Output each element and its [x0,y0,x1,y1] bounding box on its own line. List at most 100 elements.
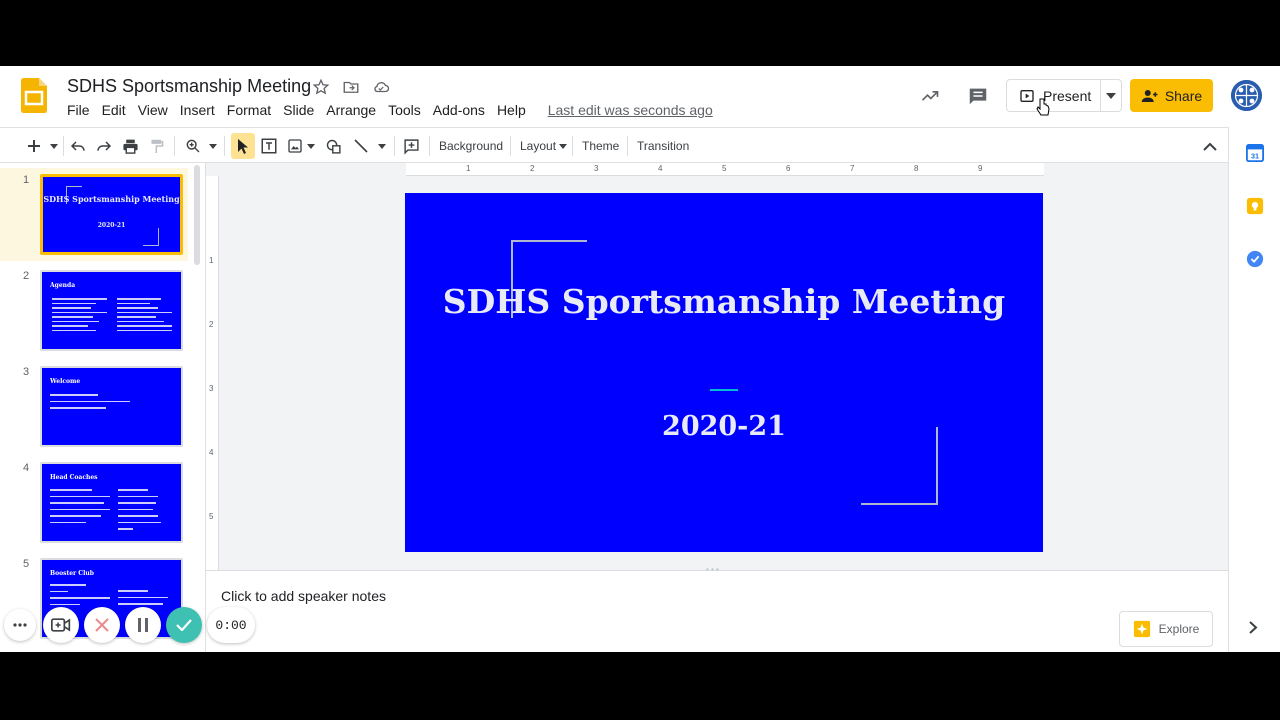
screen-recorder-controls: 0:00 [0,607,260,643]
speaker-notes[interactable]: • • • Click to add speaker notes Explore [206,566,1228,652]
print-icon [123,139,138,154]
thumb-text-lines [50,489,110,523]
filmstrip-slide-2[interactable]: 2 Agenda [0,264,188,357]
recorder-done-button[interactable] [166,607,202,643]
paint-format-button[interactable] [150,136,164,156]
new-slide-button[interactable] [27,136,41,156]
recorder-pause-button[interactable] [125,607,161,643]
menu-edit[interactable]: Edit [102,102,126,118]
print-button[interactable] [122,136,139,156]
ruler-label: 1 [466,164,471,173]
star-icon[interactable] [312,78,330,96]
header: SDHS Sportsmanship Meeting File Edit Vie… [0,66,1280,127]
share-label: Share [1164,87,1203,104]
slide-canvas-area: 1 2 3 4 5 6 7 8 9 1 2 3 4 5 SDHS Sportsm… [206,163,1228,570]
recorder-more-button[interactable] [4,609,36,641]
menu-arrange[interactable]: Arrange [326,102,376,118]
theme-button[interactable]: Theme [582,136,619,156]
present-dropdown[interactable] [1101,79,1122,112]
slide-number: 4 [23,462,30,474]
menu-help[interactable]: Help [497,102,526,118]
account-avatar[interactable] [1231,80,1262,111]
add-comment-icon [404,138,419,155]
chevron-right-icon[interactable] [1249,621,1258,634]
menu-insert[interactable]: Insert [180,102,215,118]
add-comment-button[interactable] [403,136,420,156]
menu-view[interactable]: View [138,102,168,118]
menu-format[interactable]: Format [227,102,271,118]
ruler-label: 8 [914,164,919,173]
present-button[interactable]: Present [1006,79,1101,112]
last-edit-link[interactable]: Last edit was seconds ago [548,102,713,118]
filmstrip-slide-4[interactable]: 4 Head Coaches [0,456,188,549]
zoom-dropdown[interactable] [209,136,217,156]
slide-title[interactable]: SDHS Sportsmanship Meeting [405,279,1043,325]
background-button[interactable]: Background [439,136,503,156]
menu-tools[interactable]: Tools [388,102,421,118]
mouse-cursor-icon [1036,98,1050,116]
ruler-label: 2 [209,320,214,329]
activity-trend-icon[interactable] [920,86,940,106]
move-folder-icon[interactable] [342,78,360,96]
close-icon [95,618,109,632]
thumb-title: Head Coaches [50,474,98,481]
speaker-notes-placeholder[interactable]: Click to add speaker notes [221,588,386,604]
chevron-up-icon [1203,142,1217,151]
present-play-icon [1020,89,1034,102]
cursor-arrow-icon [238,138,248,154]
slide-subtitle[interactable]: 2020-21 [405,411,1043,442]
layout-button[interactable]: Layout [520,136,568,156]
zoom-button[interactable] [185,136,201,156]
insert-image-tool[interactable] [287,136,303,156]
menu-add-ons[interactable]: Add-ons [433,102,485,118]
tasks-icon[interactable] [1246,250,1264,268]
line-dropdown[interactable] [378,136,386,156]
menu-bar: File Edit View Insert Format Slide Arran… [67,102,725,118]
collapse-toolbar-button[interactable] [1203,136,1217,156]
cloud-status-icon[interactable] [372,78,390,96]
chevron-down-icon [50,143,58,149]
slides-logo-icon[interactable] [21,78,47,113]
share-button[interactable]: Share [1130,79,1213,112]
text-box-tool[interactable] [260,136,278,156]
comments-icon[interactable] [967,85,989,107]
image-dropdown[interactable] [307,136,315,156]
recorder-camera-button[interactable] [43,607,79,643]
transition-button[interactable]: Transition [637,136,689,156]
recorder-cancel-button[interactable] [84,607,120,643]
explore-label: Explore [1158,622,1200,636]
slides-app: SDHS Sportsmanship Meeting File Edit Vie… [0,66,1280,652]
shape-tool[interactable] [325,136,342,156]
filmstrip-scrollbar[interactable] [194,165,200,265]
check-icon [176,619,192,631]
redo-button[interactable] [96,136,112,156]
filmstrip-slide-1[interactable]: 1 SDHS Sportsmanship Meeting 2020-21 [0,168,188,261]
redo-icon [97,141,112,151]
pause-icon [138,618,148,632]
new-slide-dropdown[interactable] [50,136,58,156]
chevron-down-icon [559,143,568,149]
notes-resize-handle[interactable]: • • • [706,566,726,574]
document-title[interactable]: SDHS Sportsmanship Meeting [67,76,311,97]
filmstrip-slide-3[interactable]: 3 Welcome [0,360,188,453]
ruler-label: 3 [209,384,214,393]
accent-divider [710,389,738,391]
slide-thumbnail: Welcome [40,366,183,447]
slide-thumbnail: Head Coaches [40,462,183,543]
current-slide[interactable]: SDHS Sportsmanship Meeting 2020-21 [405,193,1043,552]
filmstrip: 1 SDHS Sportsmanship Meeting 2020-21 2 A… [0,163,206,652]
chevron-down-icon [1106,92,1116,99]
undo-button[interactable] [70,136,86,156]
calendar-icon[interactable]: 31 [1246,144,1264,162]
ruler-label: 5 [722,164,727,173]
keep-icon[interactable] [1246,197,1264,215]
slide-thumbnail: Agenda [40,270,183,351]
select-tool[interactable] [236,136,249,156]
slide-number: 3 [23,366,30,378]
menu-file[interactable]: File [67,102,90,118]
line-tool[interactable] [353,136,369,156]
layout-label: Layout [520,139,557,153]
explore-button[interactable]: Explore [1119,611,1213,647]
plus-icon [28,140,40,152]
menu-slide[interactable]: Slide [283,102,314,118]
